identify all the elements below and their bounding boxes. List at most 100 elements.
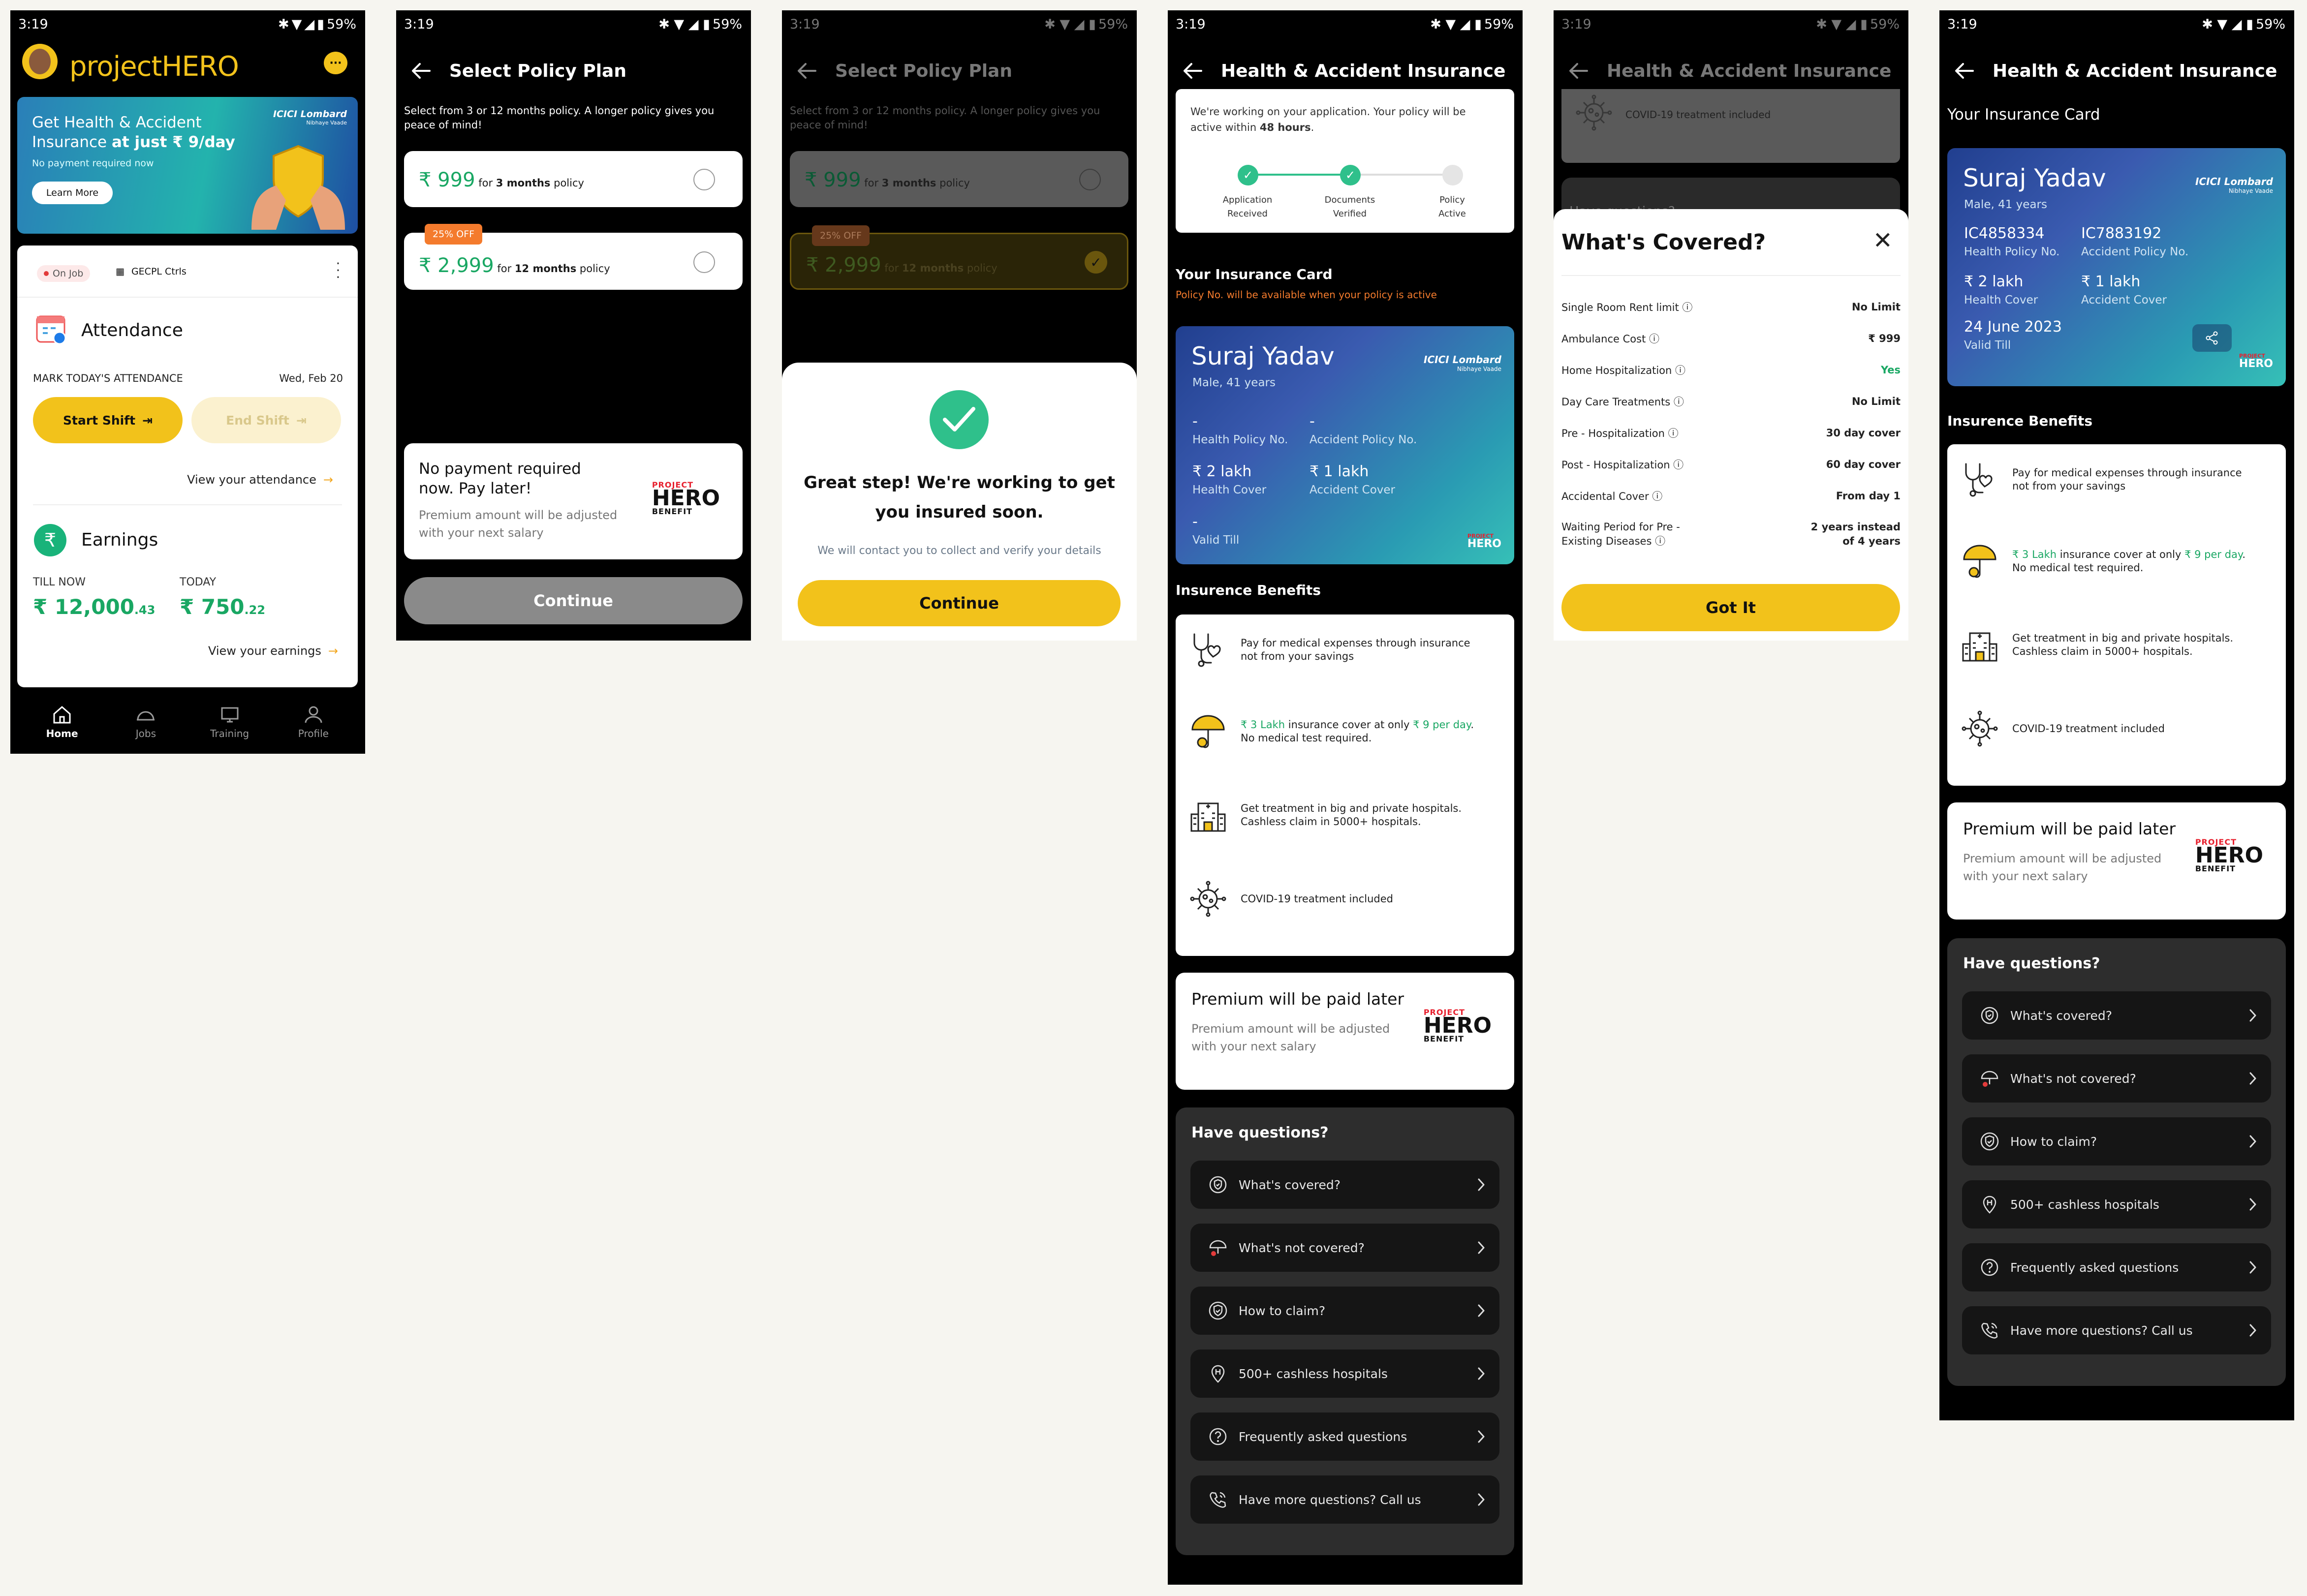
umbrella-shield-icon: [1189, 713, 1227, 750]
insurance-pending-screen: 3:19 ✱ ▼ ◢ ▮ 59% Health & Accident Insuran…: [1168, 10, 1523, 1585]
insurance-card[interactable]: Suraj Yadav Male, 41 years ICICI Lombard…: [1947, 148, 2286, 386]
got-it-button[interactable]: Got It: [1561, 584, 1900, 631]
plan-option-3-months[interactable]: ₹ 999 for 3 months policy: [404, 151, 743, 207]
plan-option-3-months[interactable]: ₹ 999 for 3 months policy: [790, 151, 1128, 207]
valid-till: 24 June 2023: [1964, 318, 2062, 336]
premium-title: Premium will be paid later: [1191, 989, 1404, 1009]
question-whats-covered[interactable]: What's covered?: [1190, 1161, 1499, 1209]
radio-button[interactable]: [1079, 169, 1101, 190]
question-call-us[interactable]: Have more questions? Call us: [1190, 1475, 1499, 1524]
question-faq[interactable]: Frequently asked questions: [1962, 1243, 2271, 1291]
benefit-item: ₹ 3 Lakh insurance cover at only ₹ 9 per…: [1189, 713, 1474, 750]
chevron-right-icon: [1477, 1366, 1486, 1381]
start-shift-button[interactable]: Start Shift ⇥: [33, 397, 183, 443]
continue-button[interactable]: Continue: [404, 577, 743, 624]
confirmation-desc: We will contact you to collect and verif…: [817, 545, 1101, 557]
step-pending-icon: [1442, 165, 1463, 185]
hospital-building-icon: [1189, 797, 1227, 834]
insured-name: Suraj Yadav: [1963, 164, 2106, 192]
question-cashless-hospitals[interactable]: 500+ cashless hospitals: [1190, 1350, 1499, 1398]
status-bar: 3:19 ✱ ▼ ◢ ▮ 59%: [1176, 16, 1514, 32]
question-cashless-hospitals[interactable]: 500+ cashless hospitals: [1962, 1180, 2271, 1228]
view-attendance-link[interactable]: View your attendance →: [187, 473, 333, 487]
arrow-right-icon: →: [323, 473, 333, 487]
banner-line1: Get Health & Accident: [32, 114, 202, 131]
accident-policy-no: IC7883192: [2081, 225, 2162, 242]
back-arrow-icon[interactable]: [1954, 62, 1974, 80]
page-title: Select Policy Plan: [449, 61, 626, 81]
status-badge[interactable]: On Job: [37, 265, 91, 282]
icici-logo: ICICI Lombard Nibhaye Vaade: [1424, 354, 1501, 372]
coverage-row: Single Room Rent limit ⓘ No Limit: [1561, 301, 1901, 313]
progress-text: We're working on your application. Your …: [1190, 106, 1466, 133]
plan-option-12-months[interactable]: 25% OFF ₹ 2,999 for 12 months policy ✓: [790, 225, 1128, 290]
insurance-card[interactable]: Suraj Yadav Male, 41 years ICICI Lombard…: [1176, 326, 1514, 564]
nav-home[interactable]: Home: [32, 705, 92, 739]
premium-desc: Premium amount will be adjusted with your…: [1963, 852, 2162, 883]
page-title: Health & Accident Insurance: [1607, 61, 1892, 81]
continue-button[interactable]: Continue: [798, 580, 1121, 626]
back-arrow-icon[interactable]: [797, 62, 816, 80]
signal-icon: ◢: [304, 16, 315, 32]
project-hero-benefit-logo: PROJECT HERO BENEFIT: [2195, 837, 2263, 873]
coverage-row: Ambulance Cost ⓘ ₹ 999: [1561, 333, 1901, 345]
earnings-title: Earnings: [81, 530, 158, 550]
end-shift-button[interactable]: End Shift ⇥: [191, 397, 341, 443]
step-check-icon: ✓: [1340, 165, 1361, 185]
dashboard-card: On Job ▦ GECPL Ctrls · · · Attendance MARK …: [17, 246, 358, 687]
covered-shield-icon: [1208, 1175, 1228, 1195]
questions-panel: Have questions? What's covered? What's n…: [1947, 938, 2286, 1386]
nav-profile[interactable]: Profile: [284, 705, 343, 739]
insured-details: Male, 41 years: [1192, 376, 1276, 389]
pay-later-card: No payment required now. Pay later! Premi…: [404, 443, 743, 559]
status-time: 3:19: [18, 16, 48, 32]
banner-sub: No payment required now: [32, 158, 154, 169]
insurance-banner[interactable]: Get Health & Accident Insurance at just …: [17, 97, 358, 234]
virus-icon: [1961, 710, 1998, 747]
back-arrow-icon[interactable]: [1568, 62, 1588, 80]
avatar[interactable]: [22, 44, 58, 79]
close-icon[interactable]: ✕: [1873, 229, 1893, 252]
accident-cover: ₹ 1 lakh: [1309, 463, 1369, 480]
whats-covered-sheet: What's Covered? ✕ Single Room Rent limit…: [1554, 209, 1908, 641]
question-faq[interactable]: Frequently asked questions: [1190, 1412, 1499, 1461]
back-arrow-icon[interactable]: [411, 62, 431, 80]
question-call-us[interactable]: Have more questions? Call us: [1962, 1306, 2271, 1354]
share-button[interactable]: [2192, 324, 2232, 352]
nav-training[interactable]: Training: [200, 705, 259, 739]
benefit-item: COVID-19 treatment included: [1189, 880, 1393, 918]
nav-jobs[interactable]: Jobs: [116, 705, 175, 739]
benefit-item: Get treatment in big and private hospita…: [1961, 626, 2233, 664]
radio-button[interactable]: [693, 251, 715, 273]
benefit-item: COVID-19 treatment included: [1961, 710, 2165, 747]
screen-icon: [221, 707, 239, 723]
app-header: Select Policy Plan: [782, 48, 1137, 94]
not-covered-umbrella-icon: [1980, 1069, 1999, 1088]
question-whats-not-covered[interactable]: What's not covered?: [1190, 1224, 1499, 1272]
learn-more-button[interactable]: Learn More: [32, 182, 113, 204]
question-how-to-claim[interactable]: How to claim?: [1962, 1117, 2271, 1166]
question-how-to-claim[interactable]: How to claim?: [1190, 1287, 1499, 1335]
insured-name: Suraj Yadav: [1191, 342, 1335, 370]
mark-attendance-label: MARK TODAY'S ATTENDANCE: [33, 372, 183, 384]
back-arrow-icon[interactable]: [1183, 62, 1202, 80]
selected-check-icon[interactable]: ✓: [1085, 251, 1107, 274]
more-options-icon[interactable]: · · ·: [333, 257, 343, 284]
plan-option-12-months[interactable]: 25% OFF ₹ 2,999 for 12 months policy: [404, 224, 743, 290]
page-title: Health & Accident Insurance: [1221, 61, 1506, 81]
app-header: Health & Accident Insurance: [1554, 48, 1908, 94]
chat-icon[interactable]: ···: [324, 52, 347, 74]
question-circle-icon: [1208, 1427, 1228, 1446]
question-whats-not-covered[interactable]: What's not covered?: [1962, 1054, 2271, 1103]
today-value: ₹ 750.22: [180, 595, 266, 619]
question-whats-covered[interactable]: What's covered?: [1962, 991, 2271, 1040]
health-cover: ₹ 2 lakh: [1964, 273, 2024, 290]
questions-panel: Have questions? What's covered? What's n…: [1176, 1107, 1514, 1555]
app-header: Health & Accident Insurance: [1168, 48, 1523, 94]
app-header: Select Policy Plan: [396, 48, 751, 94]
confirmation-screen: 3:19 ✱ ▼ ◢ ▮ 59% Select Policy Plan Select…: [782, 10, 1137, 641]
page-title: Health & Accident Insurance: [1993, 61, 2277, 81]
radio-button[interactable]: [693, 169, 715, 190]
policy-note: Policy No. will be available when your p…: [1176, 289, 1437, 301]
view-earnings-link[interactable]: View your earnings →: [208, 644, 338, 658]
